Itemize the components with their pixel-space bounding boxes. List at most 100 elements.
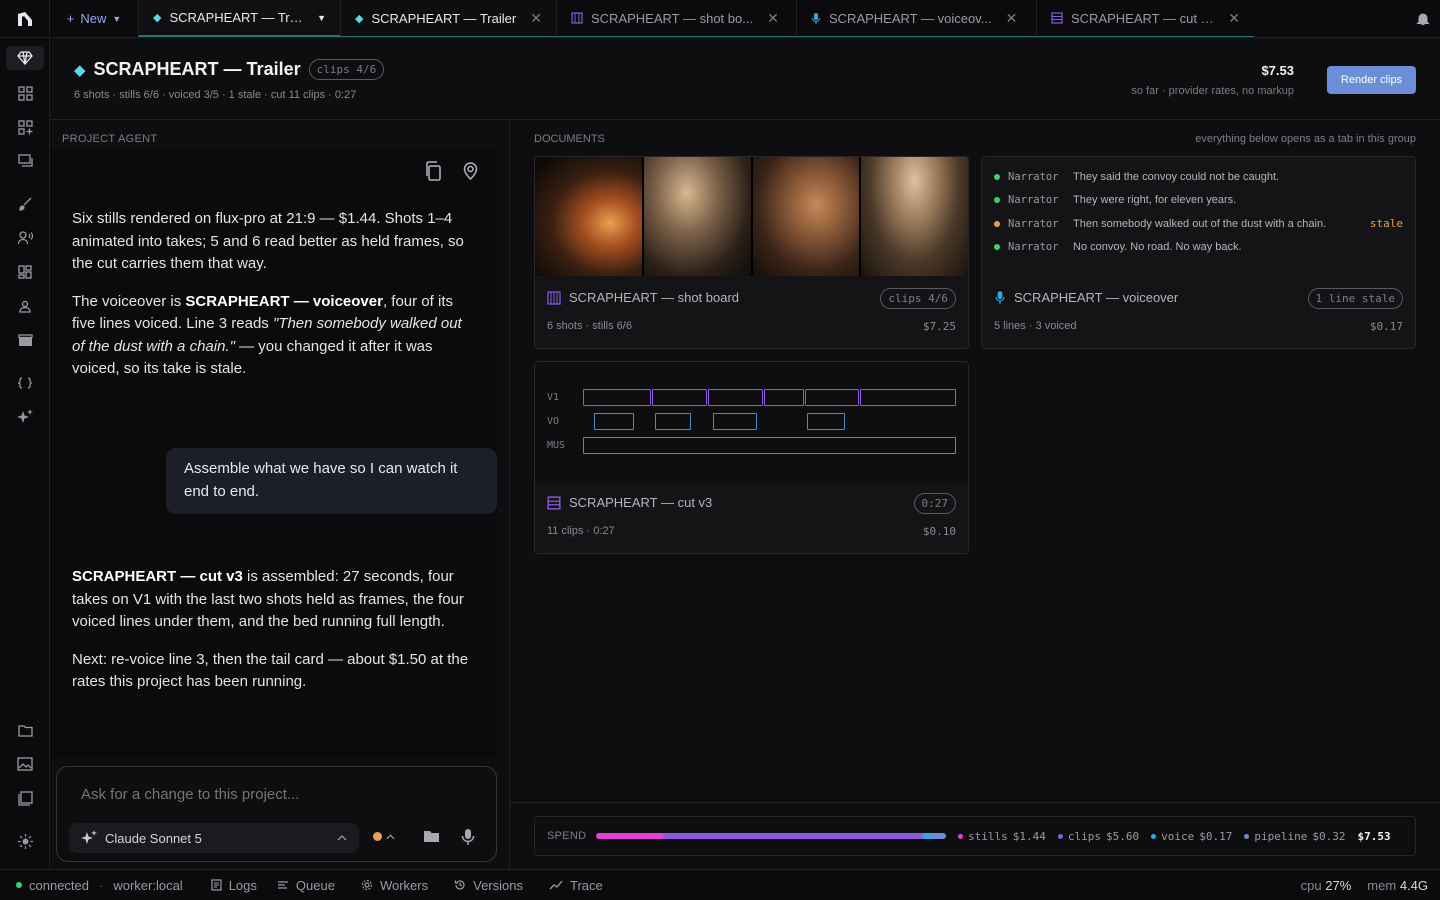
voiceover-clip[interactable] [713, 413, 757, 430]
close-icon[interactable]: ✕ [767, 10, 779, 27]
close-icon[interactable]: ✕ [530, 10, 542, 27]
speaker: Narrator [1008, 241, 1059, 254]
project-header: ◆ SCRAPHEART — Trailer clips 4/6 6 shots… [50, 38, 1440, 120]
attach-folder-icon[interactable] [423, 829, 440, 843]
rail-add-grid-icon[interactable] [13, 115, 37, 139]
timeline-clip[interactable] [708, 389, 763, 406]
versions-label: Versions [473, 877, 523, 893]
tab-shot-board[interactable]: SCRAPHEART — shot bo... ✕ [556, 0, 796, 37]
status-dot-icon [373, 832, 382, 841]
timeline-clip[interactable] [860, 389, 956, 406]
rail-gallery-icon[interactable] [13, 786, 37, 810]
voiceover-line[interactable]: Narrator They said the convoy could not b… [982, 165, 1415, 189]
doc-meta: 11 clips · 0:27 [547, 525, 615, 537]
bell-icon[interactable] [1416, 11, 1430, 26]
legend-dot-icon [1151, 833, 1157, 839]
rail-user-icon[interactable] [13, 294, 37, 318]
shot-thumbnail[interactable] [752, 157, 860, 277]
versions-button[interactable]: Versions [454, 878, 523, 893]
cost-note: so far · provider rates, no markup [1131, 85, 1294, 97]
document-icon [211, 879, 222, 891]
spend-legend-item: clips $5.60 [1057, 829, 1140, 843]
panel-label: PROJECT AGENT [62, 133, 158, 145]
prompt-input[interactable] [81, 786, 461, 803]
connection-status: connected [16, 878, 89, 893]
spend-legend-item: voice $0.17 [1151, 830, 1232, 843]
rail-dashboard-icon[interactable] [13, 260, 37, 284]
voiceover-clip[interactable] [807, 413, 845, 430]
doc-cost: $0.17 [1369, 320, 1403, 333]
user-message: Assemble what we have so I can watch it … [166, 448, 497, 514]
tab-label: SCRAPHEART — voiceov... [829, 10, 992, 26]
rail-clapperboard-icon[interactable] [13, 328, 37, 352]
track-label: VO [547, 416, 560, 427]
doc-name: SCRAPHEART — shot board [547, 290, 739, 305]
legend-value: $5.60 [1106, 829, 1140, 843]
voiceover-line[interactable]: Narrator No convoy. No road. No way back. [982, 236, 1415, 260]
app-logo-icon[interactable] [0, 0, 50, 37]
rail-grid-icon[interactable] [13, 81, 37, 105]
new-tab-button[interactable]: + New ▼ [50, 0, 138, 37]
rail-gem-icon[interactable] [6, 46, 44, 70]
agent-message-paragraph: SCRAPHEART — cut v3 is assembled: 27 sec… [72, 566, 472, 634]
trace-button[interactable]: Trace [549, 878, 603, 893]
tab-voiceover[interactable]: SCRAPHEART — voiceov... ✕ [796, 0, 1036, 37]
timeline-clip[interactable] [764, 389, 804, 406]
documents-panel: DOCUMENTS everything below opens as a ta… [510, 120, 1440, 869]
queue-button[interactable]: Queue [277, 878, 335, 893]
voiceover-line[interactable]: Narrator Then somebody walked out of the … [982, 212, 1415, 236]
tab-bar: + New ▼ ◆ SCRAPHEART — Trailer ▼ ◆ SCRAP… [0, 0, 1440, 38]
music-clip[interactable] [583, 437, 956, 454]
spend-segment-stills [596, 833, 663, 839]
tab-trailer[interactable]: ◆ SCRAPHEART — Trailer ✕ [340, 0, 556, 37]
shot-thumbnail[interactable] [535, 157, 642, 277]
render-clips-button[interactable]: Render clips [1327, 66, 1416, 94]
spend-legend-item: stills $1.44 [958, 830, 1046, 843]
rail-voice-user-icon[interactable] [13, 226, 37, 250]
voiceover-line[interactable]: Narrator They were right, for eleven year… [982, 189, 1415, 213]
shot-thumbnail[interactable] [643, 157, 751, 277]
stale-badge: 1 line stale [1307, 288, 1403, 309]
chat-tools [424, 161, 479, 181]
timeline-clip[interactable] [583, 389, 651, 406]
microphone-icon[interactable] [461, 828, 475, 846]
tab-cut-v3[interactable]: SCRAPHEART — cut v3 ✕ [1036, 0, 1254, 37]
rail-folder-icon[interactable] [13, 718, 37, 742]
shot-thumbnail[interactable] [861, 157, 968, 277]
chat-thread: Six stills rendered on flux-pro at 21:9 … [50, 148, 497, 758]
rail-sparkle-icon[interactable] [13, 405, 37, 429]
project-agent-panel: PROJECT AGENT Six stills rendered on flu… [50, 120, 510, 869]
rail-braces-icon[interactable] [13, 371, 37, 395]
location-pin-icon[interactable] [462, 161, 479, 181]
voiceover-clip[interactable] [594, 413, 634, 430]
tab-group-trailer[interactable]: ◆ SCRAPHEART — Trailer ▼ [138, 0, 340, 37]
shot-board-card[interactable]: SCRAPHEART — shot board clips 4/6 6 shot… [534, 156, 969, 349]
spend-legend-item: pipeline $0.32 [1244, 830, 1345, 843]
legend-label: stills [968, 829, 1008, 843]
plus-icon: + [66, 11, 75, 26]
status-bar: connected · worker:local Logs Queue Work… [0, 869, 1440, 900]
rail-chat-icon[interactable] [13, 149, 37, 173]
voiceover-clip[interactable] [655, 413, 691, 430]
close-icon[interactable]: ✕ [1228, 10, 1240, 27]
cut-card[interactable]: V1 VO MUS SCRAPHEART — cut v3 0:27 11 cl… [534, 361, 969, 554]
microphone-icon [995, 291, 1005, 304]
tab-label: SCRAPHEART — Trailer [371, 10, 517, 26]
timeline-clip[interactable] [652, 389, 707, 406]
logs-button[interactable]: Logs [211, 878, 257, 893]
rail-theme-sun-icon[interactable] [13, 829, 37, 853]
close-icon[interactable]: ✕ [1006, 10, 1018, 27]
connected-dot-icon [16, 882, 22, 888]
agent-message: SCRAPHEART — cut v3 is assembled: 27 sec… [72, 566, 472, 709]
agent-message-paragraph: Six stills rendered on flux-pro at 21:9 … [72, 210, 464, 272]
workers-button[interactable]: Workers [361, 878, 428, 893]
rail-brush-icon[interactable] [13, 192, 37, 216]
effort-toggle[interactable] [373, 832, 395, 841]
copy-icon[interactable] [424, 161, 442, 181]
film-strip-icon [571, 12, 583, 24]
voiceover-card[interactable]: Narrator They said the convoy could not b… [981, 156, 1416, 349]
model-selector[interactable]: Claude Sonnet 5 [69, 823, 359, 853]
timeline-clip[interactable] [805, 389, 859, 406]
rail-images-icon[interactable] [13, 752, 37, 776]
track-label: MUS [547, 440, 566, 451]
